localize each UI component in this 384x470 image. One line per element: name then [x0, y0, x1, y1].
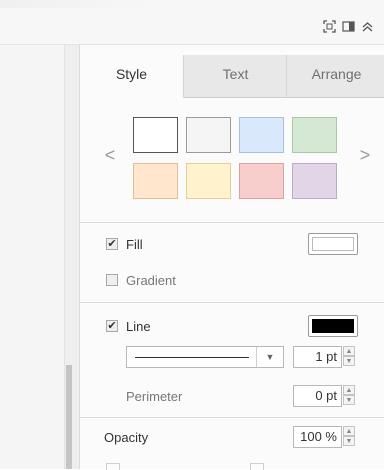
- opacity-label: Opacity: [104, 430, 149, 445]
- style-swatch[interactable]: [292, 117, 337, 153]
- line-style-row: ▼ 1 pt ▲ ▼: [80, 346, 384, 370]
- next-section-peek: [80, 457, 384, 470]
- toolbar: [0, 0, 384, 45]
- style-swatch[interactable]: [186, 117, 231, 153]
- style-swatch[interactable]: [239, 117, 284, 153]
- format-panel-icon[interactable]: [342, 20, 355, 33]
- scrollbar-thumb[interactable]: [66, 365, 72, 469]
- collapse-icon[interactable]: [361, 20, 374, 33]
- stepper-down-icon[interactable]: ▼: [343, 356, 355, 366]
- stepper-down-icon[interactable]: ▼: [343, 395, 355, 405]
- style-swatch[interactable]: [239, 163, 284, 199]
- line-width-input[interactable]: 1 pt: [293, 346, 342, 368]
- opacity-row: Opacity 100 % ▲ ▼: [80, 426, 384, 450]
- chevron-down-icon: ▼: [256, 347, 283, 367]
- line-label: Line: [126, 319, 151, 334]
- swatches-next-button[interactable]: >: [357, 145, 373, 166]
- toolbar-icons: [323, 20, 374, 33]
- tab-text[interactable]: Text: [183, 55, 287, 98]
- line-style-select[interactable]: ▼: [126, 346, 284, 368]
- opacity-input[interactable]: 100 %: [293, 426, 342, 448]
- stepper-down-icon[interactable]: ▼: [343, 436, 355, 446]
- style-swatches: < >: [80, 105, 384, 210]
- divider: [80, 417, 384, 418]
- tab-bar: Style Text Arrange: [80, 55, 384, 98]
- style-swatch[interactable]: [292, 163, 337, 199]
- line-row: ✔ Line: [80, 315, 384, 339]
- swatches-prev-button[interactable]: <: [102, 145, 118, 166]
- style-swatch[interactable]: [133, 117, 178, 153]
- tab-style[interactable]: Style: [80, 55, 183, 97]
- gradient-row: Gradient: [80, 270, 384, 290]
- format-panel: Style Text Arrange < > ✔ Fill Gradient ✔…: [79, 45, 384, 470]
- canvas-area[interactable]: [0, 45, 64, 469]
- divider: [80, 222, 384, 223]
- divider: [80, 302, 384, 303]
- opacity-stepper[interactable]: ▲ ▼: [343, 426, 355, 448]
- stepper-up-icon[interactable]: ▲: [343, 385, 355, 395]
- gradient-label: Gradient: [126, 273, 176, 288]
- gradient-checkbox[interactable]: [106, 274, 118, 286]
- style-swatch[interactable]: [133, 163, 178, 199]
- stepper-up-icon[interactable]: ▲: [343, 426, 355, 436]
- fill-label: Fill: [126, 237, 143, 252]
- line-width-stepper[interactable]: ▲ ▼: [343, 346, 355, 368]
- fit-icon[interactable]: [323, 20, 336, 33]
- fill-row: ✔ Fill: [80, 233, 384, 257]
- perimeter-row: Perimeter 0 pt ▲ ▼: [80, 385, 384, 409]
- line-color-button[interactable]: [308, 315, 358, 337]
- fill-color-swatch: [312, 237, 354, 251]
- perimeter-input[interactable]: 0 pt: [293, 385, 342, 407]
- line-style-preview: [135, 357, 249, 358]
- line-color-swatch: [312, 319, 354, 333]
- fill-checkbox[interactable]: ✔: [106, 238, 118, 250]
- style-swatch[interactable]: [186, 163, 231, 199]
- fill-color-button[interactable]: [308, 233, 358, 255]
- line-checkbox[interactable]: ✔: [106, 320, 118, 332]
- stepper-up-icon[interactable]: ▲: [343, 346, 355, 356]
- tab-arrange[interactable]: Arrange: [286, 55, 384, 98]
- toolbar-overflow: [0, 0, 150, 8]
- perimeter-stepper[interactable]: ▲ ▼: [343, 385, 355, 407]
- perimeter-label: Perimeter: [126, 389, 183, 404]
